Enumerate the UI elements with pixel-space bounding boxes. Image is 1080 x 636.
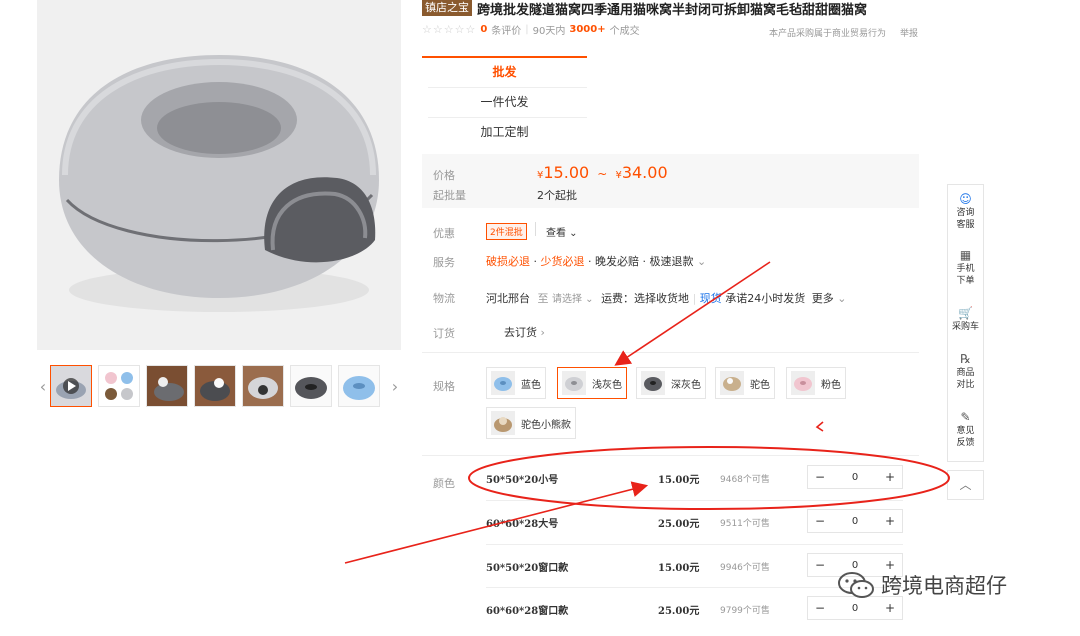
annotation-circle [468,446,950,510]
watermark: 跨境电商超仔 [837,570,1007,600]
watermark-text: 跨境电商超仔 [881,574,1007,598]
annotation-overlay [344,261,950,564]
wechat-icon [838,572,874,598]
annotation-arrow [344,481,649,564]
annotation-arrow [614,261,771,366]
annotation-mark [815,421,824,432]
